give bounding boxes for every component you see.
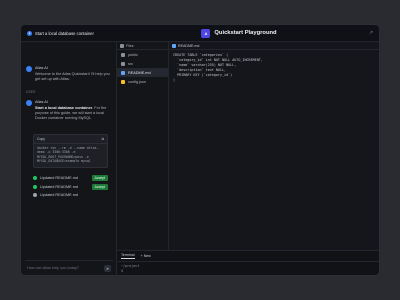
user-label: USER — [26, 90, 36, 94]
chat-status-icon: ● — [27, 30, 32, 36]
accept-button[interactable]: Accept — [91, 184, 108, 190]
code-editor: README.md CREATE TABLE `categories` ( `c… — [169, 42, 379, 267]
copy-label[interactable]: Copy — [37, 137, 45, 141]
accept-button[interactable]: Accept — [91, 175, 108, 181]
message-text: Welcome to the Atlas Quickstart! I'll he… — [35, 72, 110, 81]
file-name: src — [128, 61, 134, 66]
editor-code[interactable]: CREATE TABLE `categories` ( `category_id… — [169, 50, 379, 86]
json-file-icon — [121, 79, 125, 84]
chat-title: Start a local database container — [35, 30, 94, 36]
chat-message: Atlas AI Welcome to the Atlas Quickstart… — [26, 66, 112, 82]
markdown-file-icon — [121, 70, 125, 75]
top-bar: ● Start a local database container A Qui… — [21, 25, 379, 42]
message-bold: Start a local database container — [35, 106, 93, 110]
folder-icon — [121, 52, 125, 57]
expand-icon[interactable]: ↗ — [361, 30, 379, 36]
terminal-panel: Terminal + New ~/project $ — [117, 250, 379, 275]
chat-input-bar: ➤ — [25, 260, 113, 275]
file-item-src[interactable]: src — [117, 59, 168, 68]
terminal-prompt: $ — [121, 269, 124, 273]
code-text: docker run --rm -d --name atlas- demo -p… — [37, 146, 99, 164]
chat-panel: Atlas AI Welcome to the Atlas Quickstart… — [21, 42, 117, 275]
message-author: Atlas AI — [35, 100, 48, 104]
folder-icon — [120, 43, 124, 48]
app-title: Quickstart Playground — [214, 30, 277, 36]
file-name: config.json — [128, 79, 147, 84]
terminal-output[interactable]: ~/project $ — [117, 262, 379, 275]
app-window: ● Start a local database container A Qui… — [20, 24, 380, 276]
editor-tab-label: README.md — [178, 43, 200, 48]
folder-icon — [121, 61, 125, 66]
chat-input[interactable] — [27, 266, 97, 270]
files-label: Files — [126, 43, 134, 48]
atlas-avatar-icon — [26, 66, 32, 72]
update-text: Updated README.md — [40, 193, 78, 197]
file-name: public — [128, 52, 138, 57]
editor-tab[interactable]: README.md — [169, 42, 379, 50]
tab-new-terminal[interactable]: + New — [141, 254, 151, 258]
update-row: Updated README.md — [33, 193, 108, 197]
update-row: Updated README.md Accept — [33, 175, 108, 181]
chat-message: Atlas AI Start a local database containe… — [26, 100, 112, 121]
message-author: Atlas AI — [35, 66, 48, 70]
chat-header: ● Start a local database container — [21, 30, 117, 36]
file-item-public[interactable]: public — [117, 50, 168, 59]
atlas-avatar-icon — [26, 100, 32, 106]
file-item-config[interactable]: config.json — [117, 77, 168, 86]
check-icon — [33, 185, 37, 189]
spinner-icon — [33, 193, 37, 197]
files-header: Files — [117, 42, 168, 50]
file-item-readme[interactable]: README.md — [117, 68, 168, 77]
file-tree: Files public src README.md config.json — [117, 42, 169, 267]
update-text: Updated README.md — [40, 176, 78, 180]
markdown-file-icon — [172, 43, 176, 48]
update-text: Updated README.md — [40, 185, 78, 189]
message-text: Start a local database container. For th… — [35, 106, 112, 121]
file-name: README.md — [128, 70, 151, 75]
copy-icon[interactable]: ⧉ — [102, 137, 104, 141]
send-icon[interactable]: ➤ — [104, 264, 111, 272]
tab-terminal[interactable]: Terminal — [121, 253, 135, 259]
app-header: A Quickstart Playground — [117, 28, 361, 38]
app-logo-icon: A — [201, 28, 211, 38]
check-icon — [33, 176, 37, 180]
code-block: Copy ⧉ docker run --rm -d --name atlas- … — [33, 134, 108, 168]
update-row: Updated README.md Accept — [33, 184, 108, 190]
